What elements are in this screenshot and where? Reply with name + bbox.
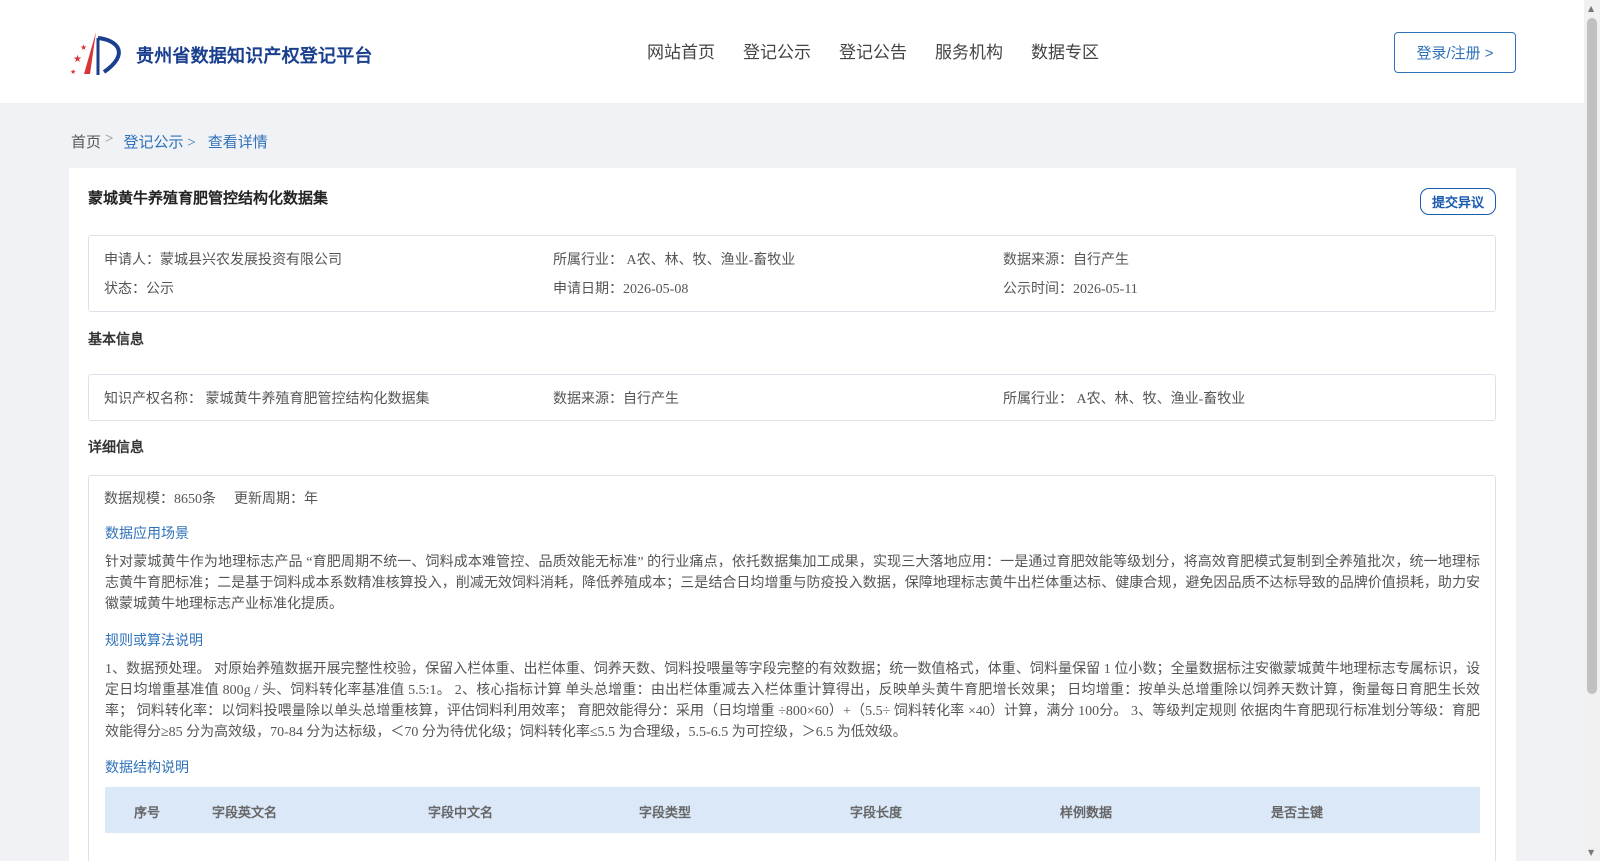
breadcrumb-home[interactable]: 首页 [71, 131, 101, 152]
logo-icon[interactable]: ★ ★ ★ [70, 28, 130, 78]
svg-text:★: ★ [73, 54, 82, 65]
nav-data-zone[interactable]: 数据专区 [1031, 38, 1099, 63]
data-source: 数据来源：自行产生 [1003, 253, 1129, 268]
update-cycle: 更新周期：年 [234, 492, 318, 507]
nav-service-agencies[interactable]: 服务机构 [935, 38, 1003, 63]
col-field-type: 字段类型 [639, 806, 692, 821]
page-scrollbar[interactable]: ▲ ▼ [1584, 0, 1600, 861]
status: 状态：公示 [104, 282, 174, 297]
col-field-length: 字段长度 [850, 806, 903, 821]
nav-registration-announcement[interactable]: 登记公告 [839, 38, 907, 63]
login-register-button[interactable]: 登录/注册 > [1394, 32, 1516, 73]
col-primary-key: 是否主键 [1271, 806, 1324, 821]
main-nav: 网站首页 登记公示 登记公告 服务机构 数据专区 [647, 38, 1127, 63]
basic-industry: 所属行业： A农、林、牧、渔业-畜牧业 [1003, 392, 1246, 407]
breadcrumb: 首页 > 登记公示 > 查看详情 [71, 131, 268, 152]
nav-registration-publicity[interactable]: 登记公示 [743, 38, 811, 63]
structure-heading: 数据结构说明 [105, 761, 189, 776]
data-scale: 数据规模：8650条 [104, 492, 216, 507]
site-header: ★ ★ ★ 贵州省数据知识产权登记平台 网站首页 登记公示 登记公告 服务机构 … [0, 0, 1584, 103]
rules-heading: 规则或算法说明 [105, 634, 203, 649]
nav-home[interactable]: 网站首页 [647, 38, 715, 63]
col-field-english-name: 字段英文名 [212, 806, 278, 821]
scroll-down-arrow-icon[interactable]: ▼ [1588, 848, 1594, 857]
detail-info-heading: 详细信息 [88, 440, 144, 456]
col-index: 序号 [134, 806, 161, 821]
basic-data-source: 数据来源：自行产生 [553, 392, 679, 407]
basic-info-heading: 基本信息 [88, 332, 144, 348]
scenario-heading: 数据应用场景 [105, 527, 189, 542]
industry: 所属行业： A农、林、牧、渔业-畜牧业 [553, 253, 796, 268]
col-field-chinese-name: 字段中文名 [428, 806, 494, 821]
scrollbar-thumb[interactable] [1587, 18, 1597, 694]
summary-panel: 申请人：蒙城县兴农发展投资有限公司 所属行业： A农、林、牧、渔业-畜牧业 数据… [88, 235, 1496, 312]
site-name[interactable]: 贵州省数据知识产权登记平台 [136, 42, 373, 68]
breadcrumb-registration-publicity[interactable]: 登记公示 > [123, 131, 195, 152]
structure-table-header: 序号 字段英文名 字段中文名 字段类型 字段长度 样例数据 是否主键 [105, 787, 1480, 833]
publish-time: 公示时间：2026-05-11 [1003, 282, 1138, 297]
detail-card: 蒙城黄牛养殖育肥管控结构化数据集 提交异议 申请人：蒙城县兴农发展投资有限公司 … [69, 168, 1516, 861]
svg-text:★: ★ [80, 43, 87, 52]
page-title: 蒙城黄牛养殖育肥管控结构化数据集 [88, 189, 329, 207]
breadcrumb-separator: > [105, 131, 114, 147]
scenario-text: 针对蒙城黄牛作为地理标志产品 “育肥周期不统一、饲料成本难管控、品质效能无标准”… [105, 555, 1480, 612]
scroll-up-arrow-icon[interactable]: ▲ [1588, 4, 1594, 13]
basic-info-panel: 知识产权名称： 蒙城黄牛养殖育肥管控结构化数据集 数据来源：自行产生 所属行业：… [88, 374, 1496, 421]
breadcrumb-view-detail[interactable]: 查看详情 [208, 131, 268, 152]
svg-text:★: ★ [70, 68, 76, 76]
ip-name: 知识产权名称： 蒙城黄牛养殖育肥管控结构化数据集 [104, 392, 430, 407]
detail-info-panel: 数据规模：8650条 更新周期：年 数据应用场景 针对蒙城黄牛作为地理标志产品 … [88, 475, 1496, 861]
applicant: 申请人：蒙城县兴农发展投资有限公司 [104, 253, 342, 268]
rules-text: 1、数据预处理。 对原始养殖数据开展完整性校验，保留入栏体重、出栏体重、饲养天数… [105, 662, 1480, 740]
col-sample-data: 样例数据 [1060, 806, 1113, 821]
apply-date: 申请日期：2026-05-08 [553, 282, 689, 297]
submit-objection-button[interactable]: 提交异议 [1420, 188, 1496, 215]
